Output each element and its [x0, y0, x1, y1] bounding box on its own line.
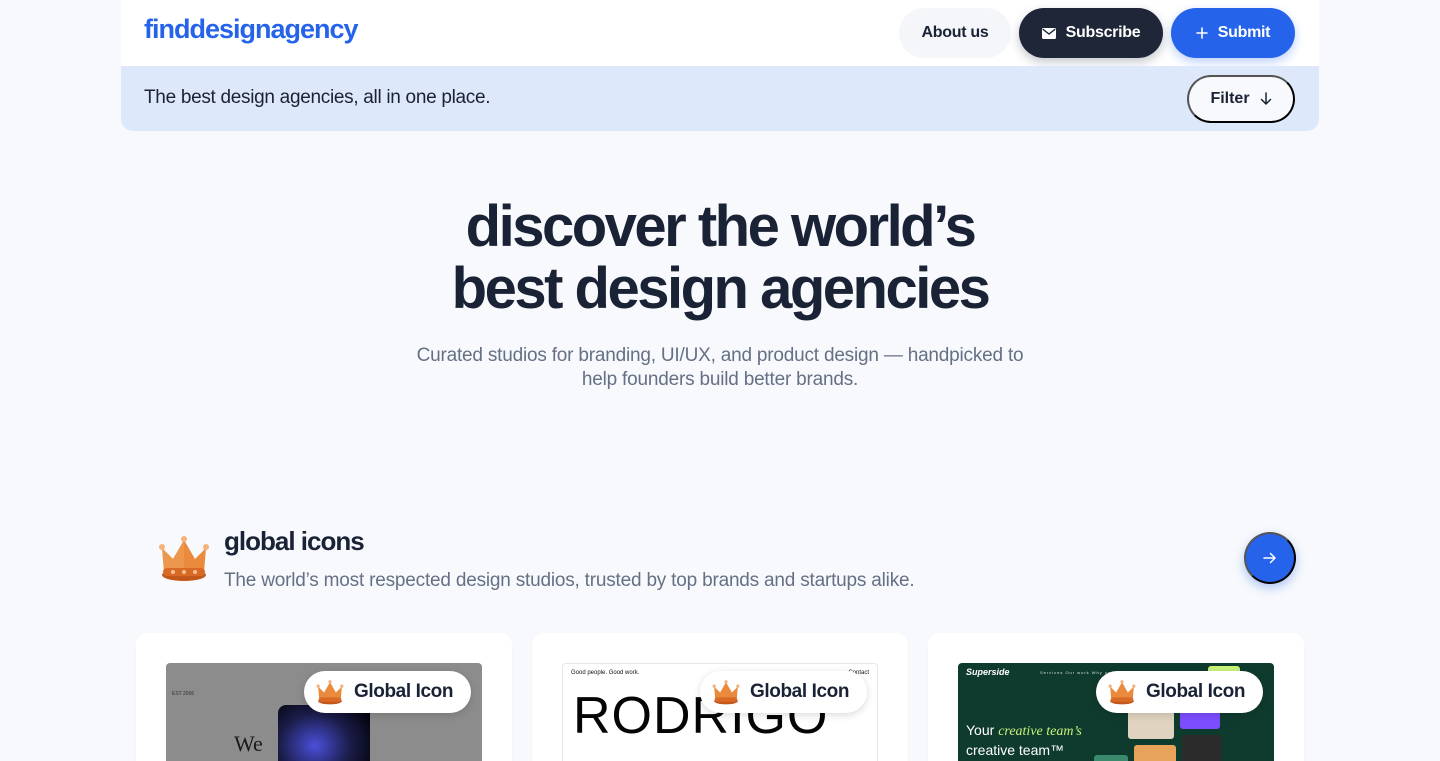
filter-button[interactable]: Filter: [1187, 75, 1295, 123]
thumbnail-headline-em: creative team’s: [998, 724, 1082, 739]
crown-icon: [159, 536, 209, 581]
hero-title-line-1: discover the world’s: [465, 194, 977, 259]
thumbnail-small-text: EST 2006: [172, 691, 195, 697]
site-logo[interactable]: finddesignagency: [144, 14, 359, 45]
thumbnail-headline-pre: Your: [966, 722, 995, 738]
badge-label: Global Icon: [1146, 681, 1246, 702]
agency-card[interactable]: Superside Services Our work Why us Your …: [928, 633, 1304, 761]
filter-label: Filter: [1210, 90, 1250, 107]
thumbnail-tile: [1134, 745, 1176, 761]
hero-section: discover the world’s best design agencie…: [0, 196, 1440, 392]
badge-label: Global Icon: [354, 681, 454, 702]
global-icon-badge: Global Icon: [700, 671, 868, 713]
submit-label: Submit: [1217, 24, 1271, 41]
arrow-right-icon: [1263, 552, 1276, 564]
thumbnail-headline: Your creative team’s creative team™: [966, 721, 1082, 759]
subscribe-label: Subscribe: [1065, 24, 1141, 41]
arrow-down-icon: [1260, 92, 1271, 105]
global-icons-section-header: global icons The world’s most respected …: [158, 526, 1298, 592]
thumbnail-device-image: [278, 705, 370, 761]
about-us-button[interactable]: About us: [899, 8, 1011, 58]
hero-title-line-2: best design agencies: [451, 256, 991, 321]
badge-label: Global Icon: [750, 681, 850, 702]
section-title: global icons: [224, 526, 365, 556]
global-icon-badge: Global Icon: [1096, 671, 1264, 713]
plus-icon: [1195, 27, 1208, 39]
agency-cards-row: EST 2006 We Global Icon Good people. Goo…: [136, 633, 1304, 761]
tagline-bar: The best design agencies, all in one pla…: [121, 66, 1319, 131]
thumbnail-headline: We: [234, 731, 263, 756]
thumbnail-small-text: Good people. Good work.: [571, 670, 640, 676]
agency-card[interactable]: EST 2006 We Global Icon: [136, 633, 512, 761]
crown-icon: [316, 680, 344, 705]
hero-title: discover the world’s best design agencie…: [0, 196, 1440, 320]
main-nav: About us Subscribe Submit: [899, 8, 1295, 58]
section-description: The world’s most respected design studio…: [224, 570, 915, 591]
next-arrow-button[interactable]: [1244, 532, 1296, 584]
crown-icon: [1108, 680, 1136, 705]
crown-icon: [712, 680, 740, 705]
submit-button[interactable]: Submit: [1171, 8, 1295, 58]
site-tagline: The best design agencies, all in one pla…: [144, 87, 491, 108]
subscribe-button[interactable]: Subscribe: [1019, 8, 1163, 58]
about-us-label: About us: [921, 24, 989, 41]
thumbnail-tile: [1182, 735, 1222, 761]
global-icon-badge: Global Icon: [304, 671, 472, 713]
top-navigation-bar: finddesignagency About us Subscribe Subm…: [121, 0, 1319, 66]
agency-card[interactable]: Good people. Good work. Contact RODRIGO …: [532, 633, 908, 761]
mail-icon: [1041, 27, 1056, 39]
thumbnail-tile: [1094, 755, 1128, 761]
thumbnail-brand: Superside: [966, 667, 1010, 677]
hero-subtitle: Curated studios for branding, UI/UX, and…: [416, 345, 1024, 390]
thumbnail-menu: Services Our work Why us: [1040, 670, 1112, 675]
thumbnail-headline-post: creative team™: [966, 742, 1065, 758]
